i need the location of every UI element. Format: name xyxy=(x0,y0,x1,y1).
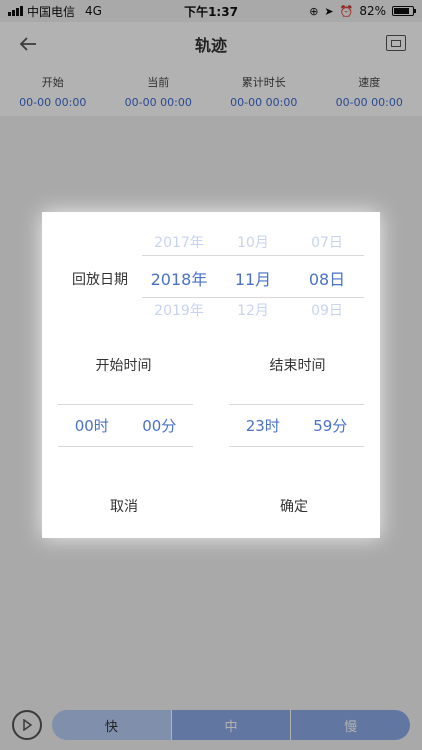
end-time-label: 结束时间 xyxy=(269,358,326,374)
start-time-label: 开始时间 xyxy=(95,358,152,374)
end-minute[interactable]: 59分 xyxy=(297,405,365,446)
end-hour[interactable]: 23时 xyxy=(229,405,297,446)
wheel-row-previous: 2017年 10月 07日 xyxy=(142,232,364,252)
wheel-year[interactable]: 2019年 xyxy=(142,303,216,317)
date-time-picker-dialog: 回放日期 2017年 10月 07日 2018年 11月 08日 2019年 1… xyxy=(42,212,380,538)
end-time-picker[interactable]: 23时 59分 xyxy=(229,404,364,447)
selected-year[interactable]: 2018年 xyxy=(142,266,216,290)
wheel-row-selected: 2018年 11月 08日 xyxy=(142,266,364,290)
date-wheel-picker[interactable]: 2017年 10月 07日 2018年 11月 08日 2019年 12月 09… xyxy=(142,230,364,322)
wheel-row-next: 2019年 12月 09日 xyxy=(142,303,364,317)
wheel-day[interactable]: 07日 xyxy=(290,232,364,252)
playback-date-label: 回放日期 xyxy=(72,272,128,288)
start-hour[interactable]: 00时 xyxy=(58,405,126,446)
wheel-month[interactable]: 10月 xyxy=(216,232,290,252)
start-minute[interactable]: 00分 xyxy=(126,405,194,446)
wheel-year[interactable]: 2017年 xyxy=(142,232,216,252)
wheel-month[interactable]: 12月 xyxy=(216,303,290,317)
wheel-day[interactable]: 09日 xyxy=(290,303,364,317)
selected-month[interactable]: 11月 xyxy=(216,266,290,290)
cancel-button[interactable]: 取消 xyxy=(64,496,184,516)
selected-day[interactable]: 08日 xyxy=(290,266,364,290)
start-time-picker[interactable]: 00时 00分 xyxy=(58,404,193,447)
confirm-button[interactable]: 确定 xyxy=(234,496,354,516)
